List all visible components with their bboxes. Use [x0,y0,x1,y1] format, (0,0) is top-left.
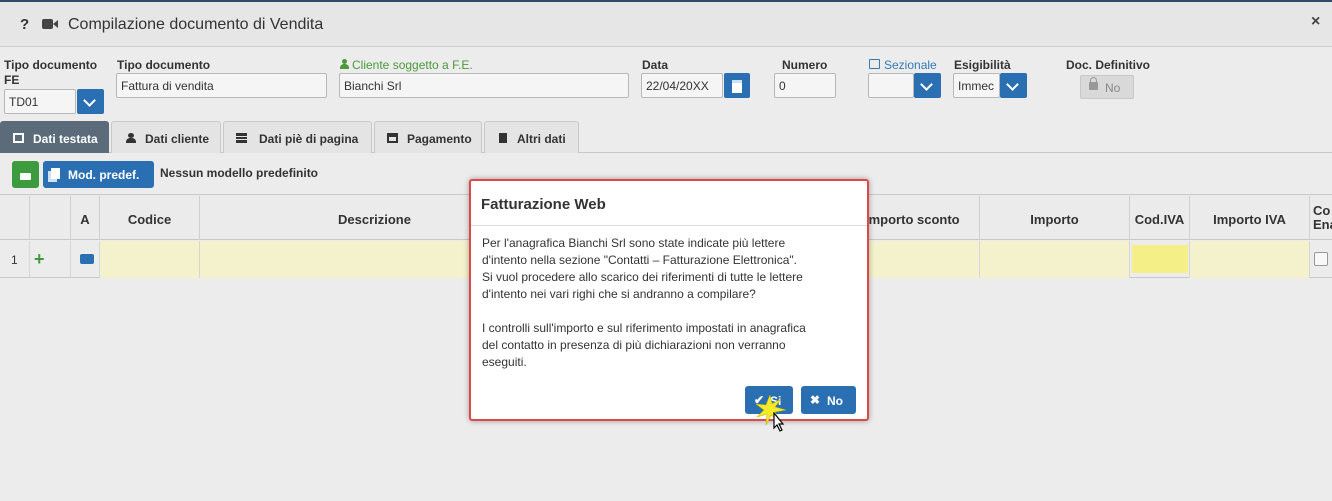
tab-label: Dati cliente [145,132,210,146]
numero-field[interactable]: 0 [774,73,836,98]
dialog-line: Si vuol procedere allo scarico dei rifer… [482,270,803,284]
data-field[interactable]: 22/04/20XX [641,73,723,98]
row-number: 1 [11,253,18,267]
cod-iva-cell[interactable] [1130,241,1190,278]
dialog-line: del contatto in presenza di più dichiara… [482,338,786,352]
video-icon [42,19,58,29]
tipo-documento-label: Tipo documento [117,58,211,72]
esigibilita-select[interactable]: Immec [953,73,1000,98]
add-cell: + [30,241,71,278]
edit-icon [869,59,880,69]
close-button[interactable]: × [1311,13,1320,31]
importo-cell[interactable] [980,241,1130,278]
cliente-label-text: Cliente soggetto a F.E. [352,58,473,72]
calendar-button[interactable] [724,73,750,98]
tipo-fe-label: Tipo documento FE [4,58,98,87]
esigibilita-label: Esigibilità [954,58,1011,72]
tab-pagamento[interactable]: Pagamento [374,121,482,153]
co-ena-cell [1310,241,1332,278]
calendar-icon [387,133,398,143]
server-icon [236,133,247,143]
dialog-line: eseguiti. [482,355,527,369]
tab-dati-testata[interactable]: Dati testata [0,121,109,153]
help-button[interactable]: ? [20,16,29,33]
dialog-title: Fatturazione Web [481,196,606,213]
codice-cell[interactable] [100,241,200,278]
mod-predef-button[interactable]: Mod. predef. [43,161,154,188]
dialog-message: Per l'anagrafica Bianchi Srl sono state … [482,235,852,371]
user-icon [126,133,137,143]
window-title: Compilazione documento di Vendita [68,16,324,33]
tab-dati-pie-pagina[interactable]: Dati piè di pagina [223,121,372,153]
user-icon [340,59,349,69]
dialog-line: d'intento nella sezione "Contatti – Fatt… [482,253,797,267]
box-icon[interactable] [80,254,94,264]
co-ena-checkbox[interactable] [1314,252,1328,266]
row-number-cell: 1 [0,241,30,278]
cod-iva-highlight [1132,245,1188,273]
cliente-field[interactable]: Bianchi Srl [339,73,629,98]
importo-sconto-cell[interactable] [850,241,980,278]
tab-altri-dati[interactable]: Altri dati [484,121,579,153]
fatturazione-web-dialog: Fatturazione Web Per l'anagrafica Bianch… [469,179,869,421]
importo-iva-cell[interactable] [1190,241,1310,278]
tab-label: Dati piè di pagina [259,132,359,146]
x-icon: ✖ [810,393,821,407]
add-row-icon[interactable]: + [34,249,45,270]
sezionale-label-text: Sezionale [884,58,937,72]
col-importo-sconto[interactable]: Importo sconto [850,196,980,240]
copy-icon [51,168,60,179]
tab-bar: Dati testata Dati cliente Dati piè di pa… [0,121,1332,153]
tab-label: Pagamento [407,132,472,146]
a-cell [71,241,100,278]
table-icon [13,133,24,143]
tipo-documento-field[interactable]: Fattura di vendita [116,73,327,98]
tab-dati-cliente[interactable]: Dati cliente [111,121,221,153]
mod-predef-label: Mod. predef. [68,168,140,182]
dialog-divider [471,225,867,226]
window-titlebar: ? Compilazione documento di Vendita × [0,0,1332,47]
data-label: Data [642,58,669,72]
col-importo[interactable]: Importo [980,196,1130,240]
dialog-line [482,303,852,320]
col-importo-iva[interactable]: Importo IVA [1190,196,1310,240]
doc-definitivo-label: Doc. Definitivo [1066,58,1151,72]
lock-icon [1089,77,1098,90]
no-button[interactable]: ✖ No [801,386,856,414]
save-button[interactable] [12,161,39,188]
col-co-ena[interactable]: Co Ena [1310,196,1332,240]
tipo-fe-select[interactable]: TD01 [4,89,76,114]
no-label: No [827,394,843,408]
numero-label: Numero [782,58,828,72]
col-actions [30,196,71,240]
cliente-label: Cliente soggetto a F.E. [340,58,473,72]
col-cod-iva[interactable]: Cod.IVA [1130,196,1190,240]
file-icon [499,133,507,143]
col-rownum [0,196,30,240]
sezionale-dropdown-button[interactable] [914,73,941,98]
mouse-cursor-icon [773,412,785,432]
dialog-line: Per l'anagrafica Bianchi Srl sono state … [482,236,786,250]
tab-label: Altri dati [517,132,566,146]
no-model-text: Nessun modello predefinito [160,166,319,180]
dialog-line: d'intento nei vari righi che si andranno… [482,287,756,301]
sezionale-select[interactable] [868,73,914,98]
esigibilita-dropdown-button[interactable] [1000,73,1027,98]
sezionale-label[interactable]: Sezionale [869,58,937,72]
tab-label: Dati testata [33,132,98,146]
tipo-fe-dropdown-button[interactable] [77,89,104,114]
col-codice[interactable]: Codice [100,196,200,240]
dialog-line: I controlli sull'importo e sul riferimen… [482,321,806,335]
col-a[interactable]: A [71,196,100,240]
